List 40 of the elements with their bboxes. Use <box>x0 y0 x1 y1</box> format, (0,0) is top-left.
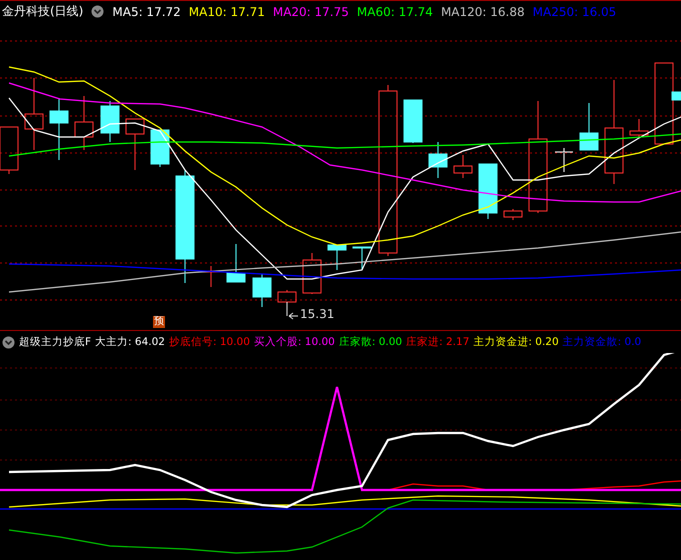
dropdown-icon[interactable] <box>91 5 104 18</box>
candlestick <box>100 100 120 142</box>
candlestick <box>504 208 522 220</box>
legend-item: MA10: 17.71 <box>188 4 265 18</box>
forecast-badge: 预 <box>153 316 165 328</box>
candlestick <box>0 126 18 174</box>
legend-item: MA20: 17.75 <box>272 4 349 18</box>
candlestick <box>226 244 246 282</box>
legend-item: MA5: 17.72 <box>112 4 181 18</box>
candlestick <box>630 118 648 138</box>
legend-item: 庄家散: 0.00 <box>338 335 402 349</box>
candlestick <box>278 290 296 302</box>
arrow-icon <box>286 302 298 320</box>
legend-item: MA250: 16.05 <box>532 4 616 18</box>
low-price-label: 15.31 <box>300 307 334 321</box>
candlestick <box>404 100 422 144</box>
candlestick <box>454 154 472 178</box>
legend-item: 买入个股: 10.00 <box>254 335 335 349</box>
candlestick <box>252 274 272 308</box>
candlestick <box>352 246 372 270</box>
legend-item: MA60: 17.74 <box>356 4 433 18</box>
legend-item: 抄底信号: 10.00 <box>168 335 250 349</box>
indicator-title: 超级主力抄底F <box>19 335 92 349</box>
legend-item: 庄家进: 2.17 <box>406 335 470 349</box>
legend-item: MA120: 16.88 <box>440 4 525 18</box>
candlestick <box>478 164 498 220</box>
candlestick <box>126 118 144 170</box>
candlestick <box>580 102 598 150</box>
candlestick <box>428 142 448 178</box>
candlestick <box>554 148 574 172</box>
legend-item: 主力资金散: 0.0 <box>562 335 642 349</box>
dropdown-icon[interactable] <box>2 336 15 348</box>
legend-item: 主力资金进: 0.20 <box>473 335 559 349</box>
candlestick <box>302 252 322 294</box>
legend-item: 大主力: 64.02 <box>95 335 165 349</box>
candlestick <box>150 130 170 168</box>
candlestick <box>328 244 346 270</box>
candlestick <box>50 98 68 160</box>
chart-title: 金丹科技(日线) <box>2 3 84 20</box>
candlestick <box>74 96 94 150</box>
